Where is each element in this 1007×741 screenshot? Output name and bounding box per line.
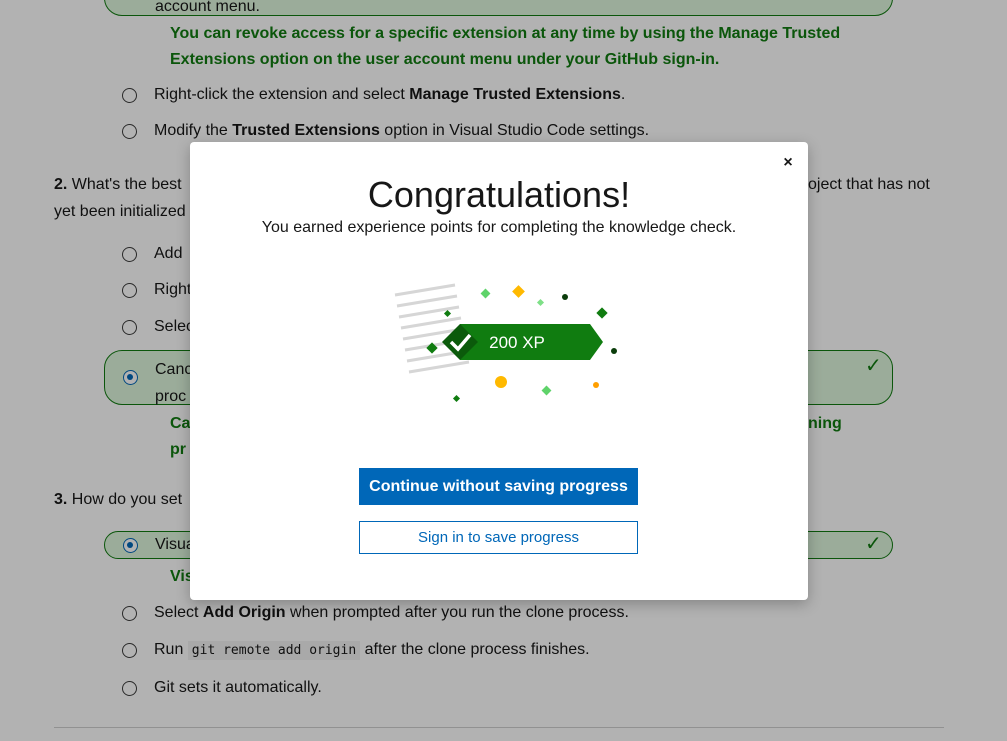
page: account menu. You can revoke access for … bbox=[0, 0, 1007, 741]
xp-amount: 200 XP bbox=[489, 333, 545, 352]
congratulations-dialog: × Congratulations! You earned experience… bbox=[190, 142, 808, 600]
dialog-subtitle: You earned experience points for complet… bbox=[261, 219, 737, 236]
xp-badge-illustration: 200 XP bbox=[394, 283, 617, 403]
continue-without-saving-button[interactable]: Continue without saving progress bbox=[359, 468, 638, 505]
dialog-title: Congratulations! bbox=[367, 174, 631, 215]
close-icon[interactable]: × bbox=[777, 152, 799, 174]
sign-in-button[interactable]: Sign in to save progress bbox=[359, 521, 638, 554]
